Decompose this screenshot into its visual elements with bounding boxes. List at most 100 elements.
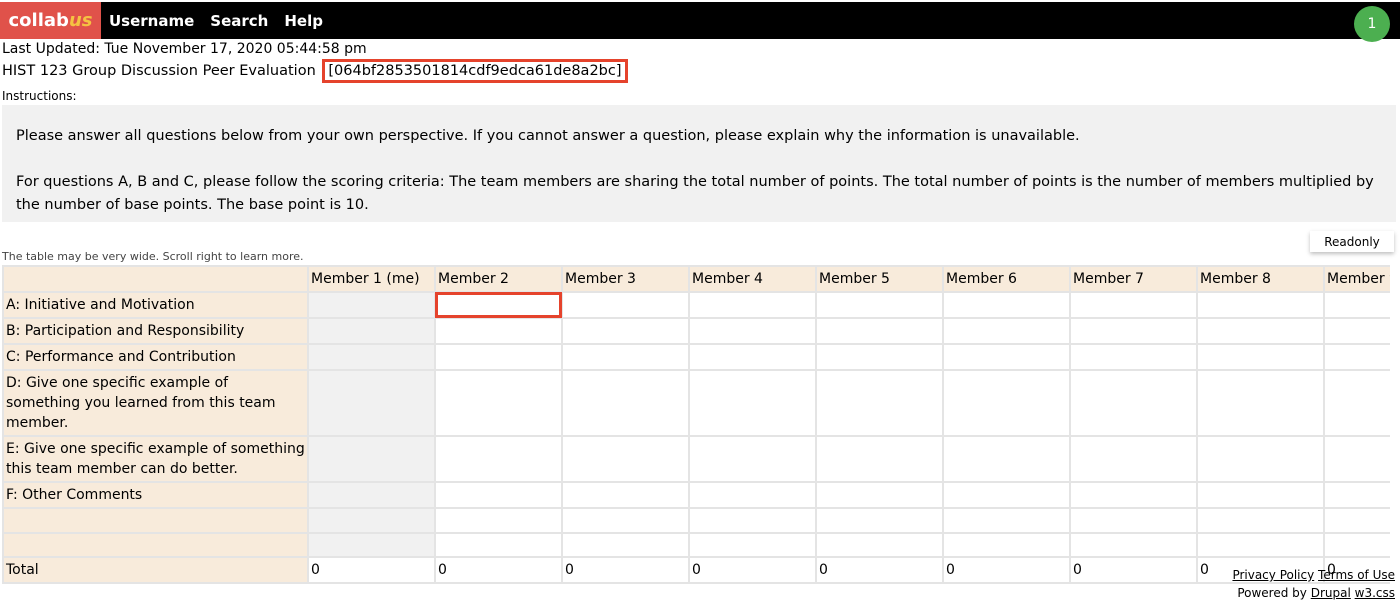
score-cell[interactable] <box>688 481 817 509</box>
score-cell[interactable] <box>434 507 563 534</box>
score-cell[interactable] <box>561 317 690 345</box>
score-cell[interactable] <box>1196 369 1325 437</box>
score-cell[interactable] <box>688 532 817 558</box>
evaluation-table-container[interactable]: Member 1 (me) Member 2 Member 3 Member 4 Mem… <box>2 265 1390 584</box>
score-cell[interactable] <box>434 481 563 509</box>
instruction-1: Please answer all questions below from y… <box>16 128 1080 144</box>
score-cell[interactable] <box>942 317 1071 345</box>
score-cell[interactable] <box>1323 507 1390 534</box>
top-navbar: collab us Username Search Help 1 <box>0 2 1400 42</box>
drupal-link[interactable]: Drupal <box>1311 586 1351 600</box>
score-cell[interactable] <box>688 343 817 371</box>
score-cell <box>307 291 436 319</box>
nav-help[interactable]: Help <box>276 12 331 30</box>
logo[interactable]: collab us <box>0 2 101 39</box>
privacy-link[interactable]: Privacy Policy <box>1232 568 1314 582</box>
score-cell[interactable] <box>1323 291 1390 319</box>
score-cell[interactable] <box>1196 291 1325 319</box>
score-cell[interactable] <box>1069 317 1198 345</box>
score-cell[interactable] <box>688 507 817 534</box>
score-cell[interactable] <box>1323 343 1390 371</box>
score-cell[interactable] <box>434 291 563 319</box>
column-header: Member 2 <box>434 265 563 293</box>
score-cell[interactable] <box>815 291 944 319</box>
score-cell[interactable] <box>815 317 944 345</box>
table-row: D: Give one specific example of somethin… <box>2 369 1390 437</box>
score-cell[interactable] <box>1069 435 1198 483</box>
score-cell[interactable] <box>561 369 690 437</box>
score-cell[interactable] <box>561 481 690 509</box>
score-cell[interactable] <box>688 291 817 319</box>
score-cell[interactable] <box>688 317 817 345</box>
total-cell: 0 <box>1069 556 1198 584</box>
score-cell[interactable] <box>942 481 1071 509</box>
score-cell[interactable] <box>1196 317 1325 345</box>
score-cell[interactable] <box>815 435 944 483</box>
score-cell[interactable] <box>1069 343 1198 371</box>
score-cell[interactable] <box>1196 435 1325 483</box>
score-cell[interactable] <box>1069 291 1198 319</box>
footer-powered: Powered by Drupal w3.css <box>1237 586 1395 600</box>
score-cell[interactable] <box>561 435 690 483</box>
score-cell[interactable] <box>1323 435 1390 483</box>
score-cell[interactable] <box>561 507 690 534</box>
score-cell[interactable] <box>434 532 563 558</box>
score-cell[interactable] <box>434 343 563 371</box>
readonly-button[interactable]: Readonly <box>1310 231 1394 252</box>
score-cell[interactable] <box>1323 481 1390 509</box>
table-row: F: Other Comments <box>2 481 1390 509</box>
score-cell[interactable] <box>1196 507 1325 534</box>
score-cell[interactable] <box>942 435 1071 483</box>
score-cell[interactable] <box>1323 317 1390 345</box>
score-cell[interactable] <box>434 317 563 345</box>
table-row: E: Give one specific example of somethin… <box>2 435 1390 483</box>
score-cell[interactable] <box>815 343 944 371</box>
w3css-link[interactable]: w3.css <box>1355 586 1395 600</box>
score-cell[interactable] <box>942 369 1071 437</box>
score-cell[interactable] <box>434 435 563 483</box>
score-cell[interactable] <box>561 532 690 558</box>
score-cell[interactable] <box>688 369 817 437</box>
score-cell[interactable] <box>1069 481 1198 509</box>
evaluation-table: Member 1 (me) Member 2 Member 3 Member 4 Mem… <box>2 265 1390 584</box>
nav-username[interactable]: Username <box>101 12 202 30</box>
footer-links: Privacy Policy Terms of Use <box>1232 568 1395 582</box>
score-cell[interactable] <box>1323 532 1390 558</box>
score-cell[interactable] <box>815 532 944 558</box>
score-cell[interactable] <box>815 369 944 437</box>
column-header: Member 6 <box>942 265 1071 293</box>
row-label: D: Give one specific example of somethin… <box>2 369 309 437</box>
row-label: C: Performance and Contribution <box>2 343 309 371</box>
total-label: Total <box>2 556 309 584</box>
nav-search[interactable]: Search <box>202 12 276 30</box>
total-row: Total 0 0 0 0 0 0 0 0 0 <box>2 556 1390 584</box>
total-cell: 0 <box>307 556 436 584</box>
column-header: Member 1 (me) <box>307 265 436 293</box>
notification-badge[interactable]: 1 <box>1354 6 1390 42</box>
score-cell[interactable] <box>1069 369 1198 437</box>
row-label <box>2 532 309 558</box>
score-cell[interactable] <box>1323 369 1390 437</box>
score-cell[interactable] <box>434 369 563 437</box>
score-cell[interactable] <box>1069 532 1198 558</box>
column-header: Member 3 <box>561 265 690 293</box>
score-cell[interactable] <box>815 507 944 534</box>
score-cell[interactable] <box>561 291 690 319</box>
score-cell <box>307 317 436 345</box>
score-cell[interactable] <box>942 532 1071 558</box>
score-cell[interactable] <box>942 507 1071 534</box>
total-cell: 0 <box>815 556 944 584</box>
score-cell[interactable] <box>1196 532 1325 558</box>
score-cell[interactable] <box>942 343 1071 371</box>
score-cell[interactable] <box>942 291 1071 319</box>
terms-link[interactable]: Terms of Use <box>1318 568 1395 582</box>
score-cell[interactable] <box>815 481 944 509</box>
score-cell <box>307 532 436 558</box>
score-cell[interactable] <box>1069 507 1198 534</box>
score-cell[interactable] <box>561 343 690 371</box>
score-cell[interactable] <box>688 435 817 483</box>
score-cell[interactable] <box>1196 481 1325 509</box>
form-hash: [064bf2853501814cdf9edca61de8a2bc] <box>322 59 628 83</box>
score-cell[interactable] <box>1196 343 1325 371</box>
instructions-label: Instructions: <box>2 89 77 103</box>
